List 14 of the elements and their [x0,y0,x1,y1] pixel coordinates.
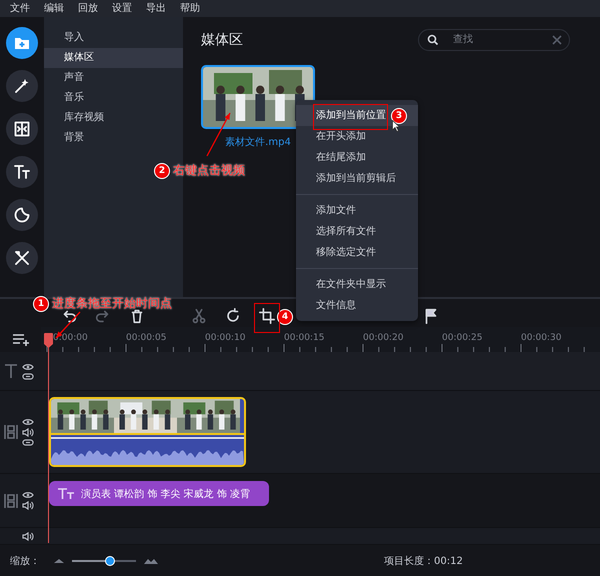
project-length: 项目长度：00:12 [384,554,463,568]
time-label: 00:00:25 [442,333,484,343]
time-label: 00:00:20 [363,333,404,343]
time-label: 0:00:00 [52,333,89,343]
time-label: 00:00:30 [521,333,562,343]
time-label: 00:00:05 [126,333,168,343]
callout-text: 进度条拖至开始时间点 [52,295,172,312]
time-label: 00:00:10 [205,333,246,343]
panel-title: 媒体区 [201,30,243,49]
callout-text: 右键点击视频 [173,162,245,179]
file-name: 素材文件.mp4 [225,136,291,149]
zoom-label: 缩放： [10,554,40,568]
callout-number: 4 [277,309,293,325]
time-label: 00:00:15 [284,333,326,343]
